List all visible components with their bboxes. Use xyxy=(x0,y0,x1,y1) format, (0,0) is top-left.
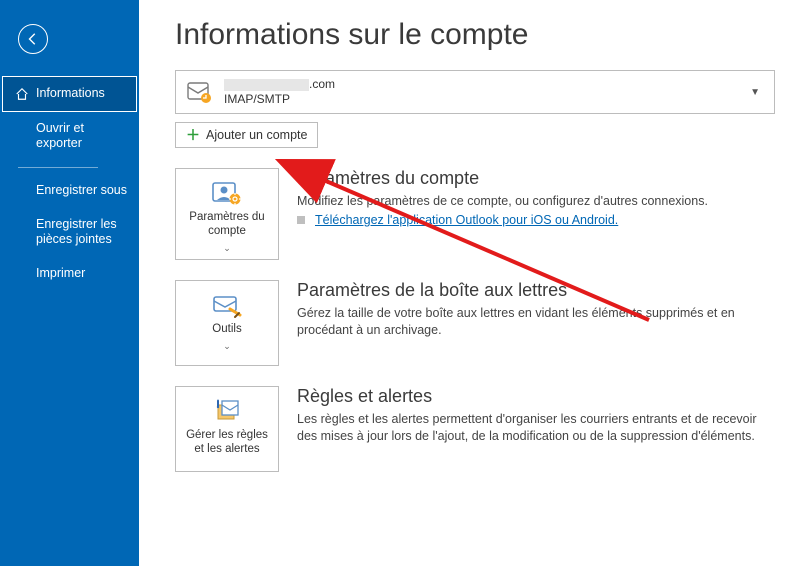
back-button[interactable] xyxy=(18,24,48,54)
nav-label: Ouvrir et exporter xyxy=(36,121,127,152)
chevron-down-icon: ⌄ xyxy=(223,243,231,254)
nav-label: Enregistrer sous xyxy=(36,183,127,199)
section-rules-alerts: Gérer les règles et les alertes Règles e… xyxy=(175,386,775,472)
chevron-down-icon: ⌄ xyxy=(223,341,231,352)
account-settings-icon xyxy=(210,179,244,207)
section-title: Paramètres de la boîte aux lettres xyxy=(297,280,775,301)
arrow-left-icon xyxy=(26,32,40,46)
download-app-link[interactable]: Téléchargez l'application Outlook pour i… xyxy=(315,213,618,227)
rules-alerts-icon xyxy=(210,397,244,425)
bullet-icon xyxy=(297,216,305,224)
page-title: Informations sur le compte xyxy=(175,18,775,52)
nav-label: Imprimer xyxy=(36,266,85,282)
nav-label: Informations xyxy=(36,86,105,102)
tile-label: Paramètres du compte xyxy=(182,211,272,239)
add-account-button[interactable]: ＋ Ajouter un compte xyxy=(175,122,318,148)
nav-save-as[interactable]: Enregistrer sous xyxy=(0,174,139,208)
tile-label: Outils xyxy=(212,323,241,337)
main-content: Informations sur le compte .com IMAP/SMT… xyxy=(139,0,805,566)
nav-print[interactable]: Imprimer xyxy=(0,257,139,291)
section-title: Règles et alertes xyxy=(297,386,775,407)
tile-label: Gérer les règles et les alertes xyxy=(182,429,272,457)
account-email-suffix: .com xyxy=(309,77,335,91)
tile-tools[interactable]: Outils ⌄ xyxy=(175,280,279,366)
tile-account-settings[interactable]: Paramètres du compte ⌄ xyxy=(175,168,279,260)
nav-divider xyxy=(18,167,98,168)
nav-informations[interactable]: Informations xyxy=(2,76,137,112)
nav-label: Enregistrer les pièces jointes xyxy=(36,217,127,248)
section-mailbox-settings: Outils ⌄ Paramètres de la boîte aux lett… xyxy=(175,280,775,366)
nav-open-export[interactable]: Ouvrir et exporter xyxy=(0,112,139,161)
tools-icon xyxy=(210,291,244,319)
account-icon xyxy=(186,79,214,105)
section-title: Paramètres du compte xyxy=(297,168,775,189)
account-protocol: IMAP/SMTP xyxy=(224,92,335,107)
account-selector[interactable]: .com IMAP/SMTP ▼ xyxy=(175,70,775,114)
add-account-label: Ajouter un compte xyxy=(206,128,307,142)
section-desc: Les règles et les alertes permettent d'o… xyxy=(297,411,775,445)
account-email-redacted xyxy=(224,79,309,91)
account-text: .com IMAP/SMTP xyxy=(224,77,335,107)
sidebar: Informations Ouvrir et exporter Enregist… xyxy=(0,0,139,566)
tile-rules-alerts[interactable]: Gérer les règles et les alertes xyxy=(175,386,279,472)
home-icon xyxy=(15,87,29,101)
section-account-settings: Paramètres du compte ⌄ Paramètres du com… xyxy=(175,168,775,260)
nav-save-attachments[interactable]: Enregistrer les pièces jointes xyxy=(0,208,139,257)
chevron-down-icon: ▼ xyxy=(750,87,764,98)
section-desc: Gérez la taille de votre boîte aux lettr… xyxy=(297,305,775,339)
section-desc: Modifiez les paramètres de ce compte, ou… xyxy=(297,193,775,210)
